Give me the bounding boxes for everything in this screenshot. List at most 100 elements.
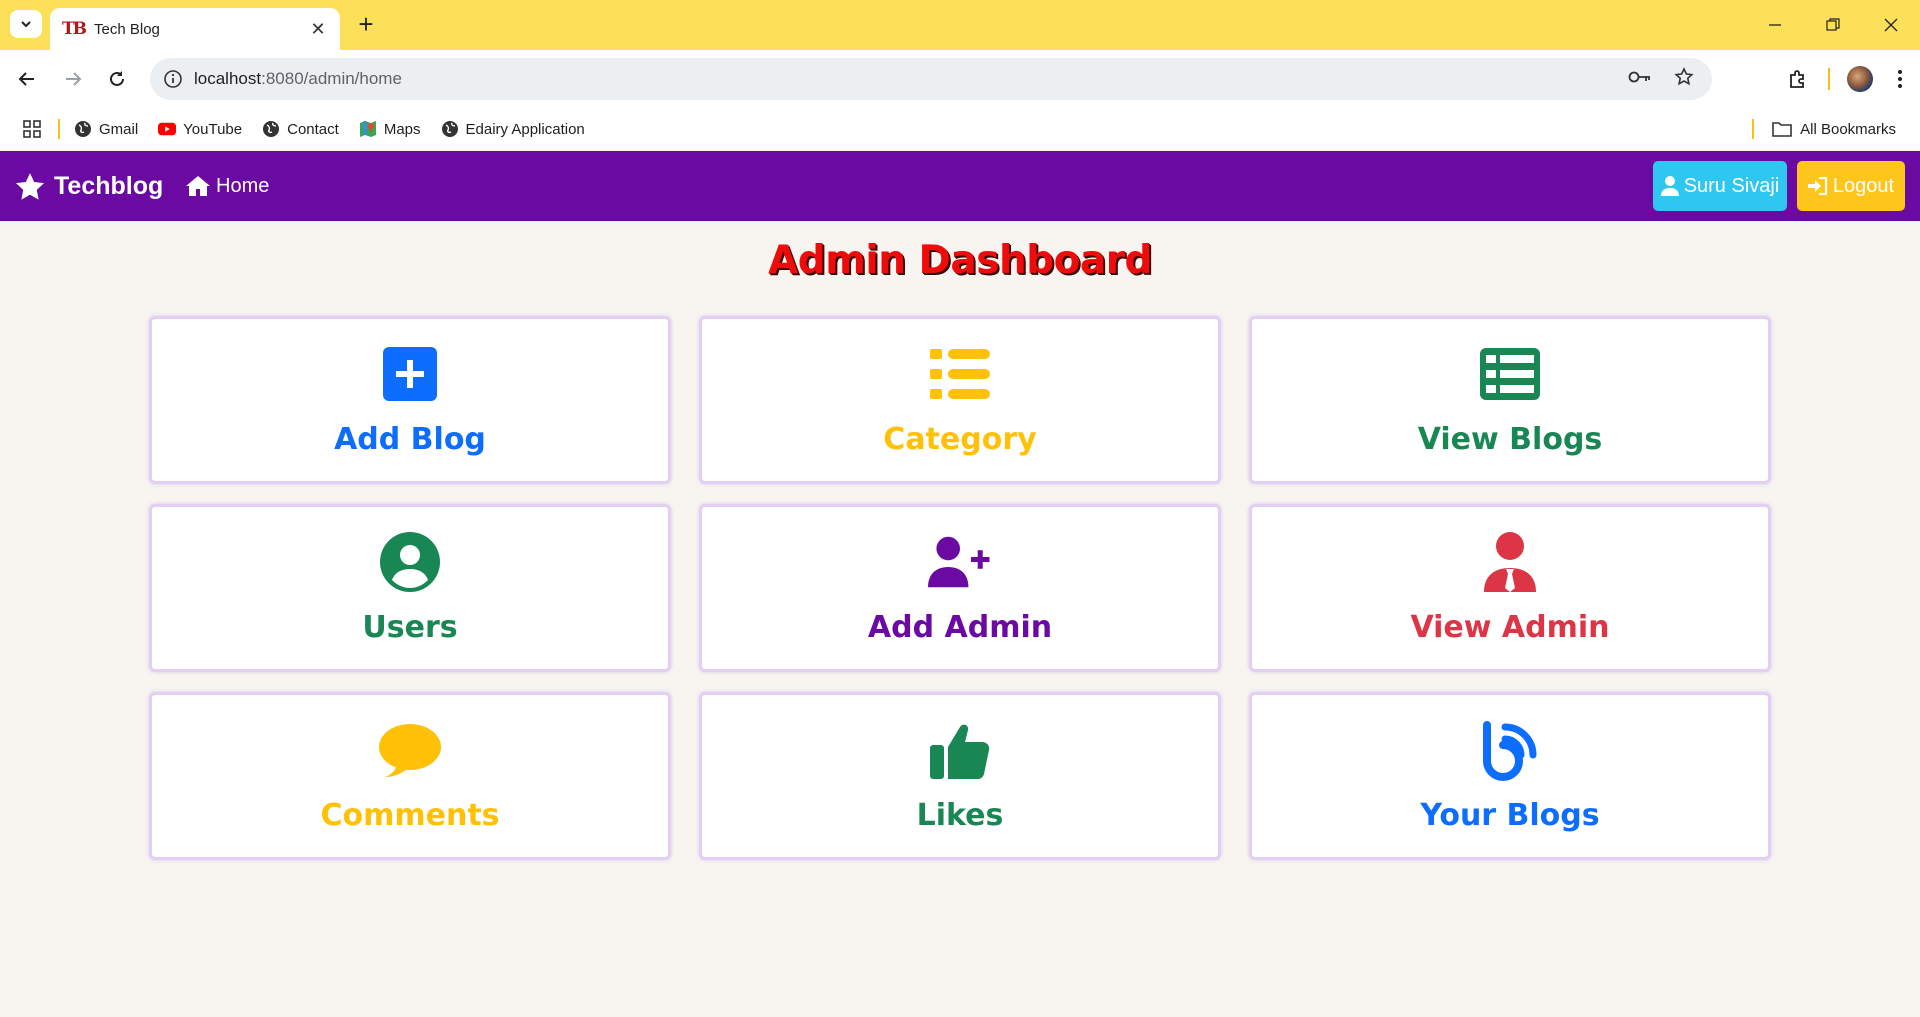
- arrow-left-icon: [18, 72, 34, 86]
- card-users[interactable]: Users: [149, 504, 671, 672]
- card-label: Add Admin: [867, 609, 1053, 645]
- dashboard-grid: Add Blog Category View Blogs Users Add A…: [149, 316, 1771, 860]
- user-plus-icon: [928, 532, 992, 592]
- card-label: Users: [362, 609, 458, 645]
- logout-label: Logout: [1832, 174, 1895, 197]
- nav-home-label: Home: [216, 174, 270, 197]
- bookmark-label: Gmail: [99, 120, 139, 138]
- profile-button[interactable]: [1840, 60, 1880, 98]
- card-comments[interactable]: Comments: [149, 692, 671, 860]
- comment-icon: [378, 720, 442, 780]
- star-icon: [16, 172, 44, 200]
- site-navbar: Techblog Home Suru Sivaji Logout: [0, 151, 1920, 221]
- folder-icon: [1772, 122, 1792, 137]
- sign-in-icon: [1807, 177, 1828, 195]
- table-list-icon: [1478, 344, 1542, 404]
- browser-menu-button[interactable]: [1880, 60, 1920, 98]
- browser-toolbar: localhost:8080/admin/home: [0, 50, 1920, 108]
- globe-icon: [74, 120, 92, 138]
- card-label: Your Blogs: [1420, 797, 1600, 833]
- avatar: [1847, 66, 1873, 92]
- plus-square-icon: [378, 344, 442, 404]
- card-label: Add Blog: [334, 421, 486, 457]
- user-tie-icon: [1478, 531, 1542, 592]
- browser-tabstrip: TB Tech Blog ✕ +: [0, 0, 1920, 50]
- bookmarks-separator: [58, 119, 60, 139]
- reload-button[interactable]: [102, 64, 132, 94]
- apps-grid-icon[interactable]: [22, 119, 42, 139]
- user-name: Suru Sivaji: [1683, 174, 1780, 197]
- maps-icon: [359, 120, 377, 138]
- bookmark-label: Maps: [383, 120, 421, 138]
- globe-icon: [441, 120, 459, 138]
- bookmarks-separator: [1752, 119, 1755, 139]
- card-add-admin[interactable]: Add Admin: [699, 504, 1221, 672]
- arrow-right-icon: [66, 72, 82, 86]
- home-icon: [186, 176, 210, 196]
- forward-button[interactable]: [58, 64, 88, 94]
- address-bar[interactable]: localhost:8080/admin/home: [150, 58, 1712, 100]
- bookmark-label: YouTube: [183, 120, 243, 138]
- brand-name: Techblog: [54, 171, 164, 200]
- page-title: Admin Dashboard: [768, 238, 1152, 283]
- card-your-blogs[interactable]: Your Blogs: [1249, 692, 1771, 860]
- card-label: Likes: [916, 797, 1004, 833]
- minimize-button[interactable]: [1746, 0, 1804, 50]
- tab-search-button[interactable]: [10, 10, 42, 38]
- nav-home-link[interactable]: Home: [186, 151, 269, 221]
- close-icon: [1884, 18, 1898, 32]
- bookmark-label: Contact: [287, 120, 339, 138]
- card-label: View Blogs: [1417, 421, 1603, 457]
- restore-button[interactable]: [1804, 0, 1862, 50]
- user-circle-icon: [378, 531, 442, 592]
- more-vertical-icon: [1898, 70, 1902, 88]
- card-add-blog[interactable]: Add Blog: [149, 316, 671, 484]
- window-controls: [1746, 0, 1920, 50]
- url-host: localhost: [194, 69, 262, 88]
- close-window-button[interactable]: [1862, 0, 1920, 50]
- card-category[interactable]: Category: [699, 316, 1221, 484]
- thumbs-up-icon: [928, 720, 992, 780]
- url-text: localhost:8080/admin/home: [194, 69, 402, 89]
- bookmark-label: Edairy Application: [465, 120, 585, 138]
- bookmark-maps[interactable]: Maps: [359, 120, 421, 138]
- toolbar-separator: [1828, 68, 1830, 90]
- logout-button[interactable]: Logout: [1797, 161, 1905, 211]
- user-profile-button[interactable]: Suru Sivaji: [1653, 161, 1787, 211]
- card-view-admin[interactable]: View Admin: [1249, 504, 1771, 672]
- blog-icon: [1478, 720, 1542, 781]
- new-tab-button[interactable]: +: [352, 10, 380, 38]
- close-tab-icon[interactable]: ✕: [308, 19, 328, 40]
- card-likes[interactable]: Likes: [699, 692, 1221, 860]
- list-icon: [928, 344, 992, 404]
- bookmark-youtube[interactable]: YouTube: [158, 120, 242, 138]
- all-bookmarks-label: All Bookmarks: [1800, 120, 1896, 138]
- bookmark-edairy[interactable]: Edairy Application: [441, 120, 585, 138]
- browser-tab-active[interactable]: TB Tech Blog ✕: [50, 8, 340, 50]
- brand-link[interactable]: Techblog: [16, 151, 163, 221]
- bookmark-star-icon[interactable]: [1674, 66, 1694, 92]
- all-bookmarks[interactable]: All Bookmarks: [1752, 108, 1896, 150]
- youtube-icon: [158, 120, 177, 138]
- url-path: :8080/admin/home: [261, 69, 402, 88]
- bookmark-gmail[interactable]: Gmail: [74, 120, 138, 138]
- tab-title: Tech Blog: [94, 20, 160, 38]
- extensions-button[interactable]: [1778, 60, 1818, 98]
- puzzle-icon: [1790, 70, 1804, 88]
- user-icon: [1660, 176, 1679, 196]
- password-key-icon[interactable]: [1628, 70, 1652, 89]
- restore-icon: [1826, 18, 1840, 31]
- back-button[interactable]: [12, 64, 42, 94]
- bookmarks-bar: Gmail YouTube Contact Maps Edairy Applic…: [0, 108, 1920, 150]
- card-label: Comments: [320, 797, 500, 833]
- card-label: Category: [883, 421, 1037, 457]
- minimize-icon: [1769, 24, 1781, 26]
- card-label: View Admin: [1410, 609, 1610, 645]
- site-info-icon[interactable]: [162, 68, 184, 90]
- card-view-blogs[interactable]: View Blogs: [1249, 316, 1771, 484]
- globe-icon: [262, 120, 280, 138]
- tab-favicon: TB: [62, 19, 87, 39]
- bookmark-contact[interactable]: Contact: [262, 120, 339, 138]
- chevron-down-icon: [21, 21, 31, 28]
- reload-icon: [110, 71, 124, 86]
